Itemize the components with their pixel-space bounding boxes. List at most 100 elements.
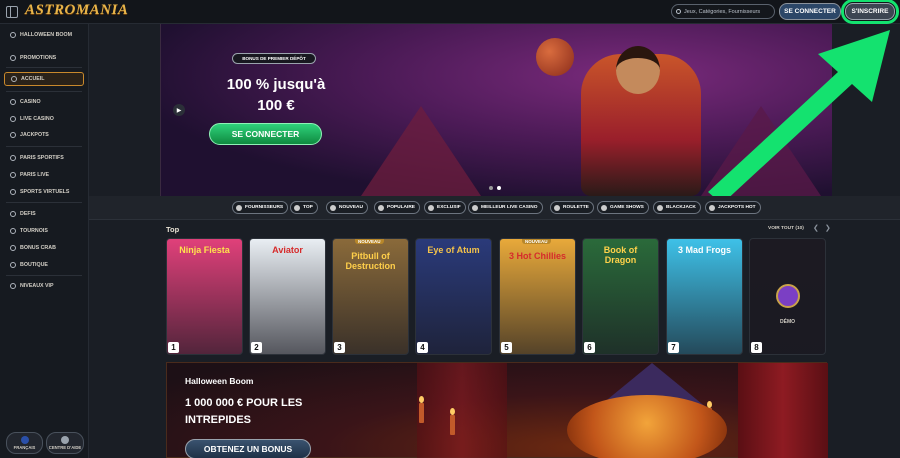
curtain-image [738,363,828,458]
home-icon [11,76,17,82]
ball-image [536,38,574,76]
search-placeholder: Jeux, Catégories, Fournisseurs [684,8,761,15]
divider [6,275,82,276]
coins-icon [10,131,16,138]
coins-icon [709,204,715,211]
cards-icon [657,204,663,211]
sidebar: HALLOWEEN BOOM PROMOTIONS ACCUEIL CASINO… [0,24,89,458]
sidebar-item-paris-live[interactable]: PARIS LIVE [4,169,84,180]
sound-icon[interactable]: ▶ [173,104,185,116]
sidebar-item-defis[interactable]: DEFIS [4,208,84,219]
category-chip-top[interactable]: TOP [290,201,318,214]
ball-icon [10,154,16,161]
sidebar-item-tournois[interactable]: TOURNOIS [4,225,84,236]
promo-kicker: Halloween Boom [185,376,254,386]
cherry-icon [10,98,16,105]
sidebar-item-sports-virtuels[interactable]: SPORTS VIRTUELS [4,186,84,197]
game-card[interactable]: 3 Hot Chillies NOUVEAU 5 [499,238,576,355]
game-card[interactable]: Pitbull of Destruction NOUVEAU 3 [332,238,409,355]
rank-badge: 3 [334,342,345,353]
search-icon [676,9,681,14]
hero-login-button[interactable]: SE CONNECTER [209,123,322,145]
live-bet-icon [10,171,16,178]
carousel-arrows-icon[interactable]: ❮❯ [813,224,837,232]
sidebar-item-bonus-crab[interactable]: BONUS CRAB [4,242,84,253]
game-card[interactable]: DÉMO 8 [749,238,826,355]
category-bar: FOURNISSEURS TOP NOUVEAU POPULAIRE EXCLU… [89,196,900,220]
roulette-icon [554,204,560,211]
hero-title: 100 % jusqu'à 100 € [226,76,326,114]
category-chip-game-shows[interactable]: GAME SHOWS [597,201,649,214]
crab-icon [10,244,16,251]
new-badge: NOUVEAU [355,239,384,244]
search-input[interactable]: Jeux, Catégories, Fournisseurs [671,4,775,19]
promo-banner[interactable]: Halloween Boom 1 000 000 € POUR LES INTR… [166,362,828,458]
brand-logo[interactable]: ASTROMANIA [25,2,128,19]
signup-button[interactable]: S'INSCRIRE [841,0,899,24]
see-all-link[interactable]: VOIR TOUT (10) [768,226,804,231]
bolt-icon [330,204,336,211]
circus-tent-image [701,106,821,196]
hero-banner[interactable]: ▶ ❯ BONUS DE PREMIER DÉPÔT 100 % jusqu'à… [160,24,832,196]
category-chip-meilleur-live-casino[interactable]: MEILLEUR LIVE CASINO [468,201,543,214]
game-card[interactable]: Eye of Atum 4 [415,238,492,355]
game-title: 3 Hot Chillies [508,251,566,261]
divider [6,91,82,92]
vip-icon [10,282,16,289]
divider [6,146,82,147]
sidebar-item-halloween-boom[interactable]: HALLOWEEN BOOM [4,29,84,40]
sidebar-item-casino[interactable]: CASINO [4,96,84,107]
game-title: Pitbull of Destruction [345,251,396,271]
sidebar-item-live-casino[interactable]: LIVE CASINO [4,113,84,124]
category-chip-exclusif[interactable]: EXCLUSIF [424,201,466,214]
app-root: ASTROMANIA Jeux, Catégories, Fournisseur… [0,0,900,458]
sidebar-item-paris-sportifs[interactable]: PARIS SPORTIFS [4,152,84,163]
virtual-icon [10,188,16,195]
hero-badge: BONUS DE PREMIER DÉPÔT [232,53,316,64]
sidebar-item-niveaux-vip[interactable]: NIVEAUX VIP [4,280,84,291]
top-bar: ASTROMANIA Jeux, Catégories, Fournisseur… [0,0,900,24]
live-icon [472,204,478,211]
new-badge: NOUVEAU [522,239,551,244]
category-chip-nouveau[interactable]: NOUVEAU [326,201,368,214]
sidebar-item-promotions[interactable]: PROMOTIONS [4,52,84,63]
performer-head-image [616,46,660,94]
category-chip-jackpots-hot[interactable]: JACKPOTS HOT [705,201,761,214]
next-slide-icon[interactable]: ❯ [812,104,822,116]
help-icon [61,436,69,444]
category-chip-roulette[interactable]: ROULETTE [550,201,594,214]
category-chip-blackjack[interactable]: BLACKJACK [653,201,701,214]
play-icon[interactable] [776,284,800,308]
sidebar-item-boutique[interactable]: BOUTIQUE [4,259,84,270]
candle-image [419,396,424,423]
fire-icon [378,204,384,211]
game-card[interactable]: Ninja Fiesta 1 [166,238,243,355]
language-selector[interactable]: FRANÇAIS [6,432,43,454]
divider [6,67,82,68]
game-card[interactable]: Aviator 2 [249,238,326,355]
rank-badge: 1 [168,342,179,353]
rank-badge: 5 [501,342,512,353]
rank-badge: 4 [417,342,428,353]
target-icon [10,210,16,217]
sidebar-item-accueil[interactable]: ACCUEIL [4,72,84,86]
category-chip-fournisseurs[interactable]: FOURNISSEURS [232,201,289,214]
sidebar-toggle-icon[interactable] [6,6,18,18]
game-title: Book of Dragon [603,245,638,265]
circus-tent-image [361,106,481,196]
promo-title: 1 000 000 € POUR LES INTREPIDES [185,397,303,426]
slide-dot[interactable] [489,186,493,190]
game-card[interactable]: Book of Dragon 6 [582,238,659,355]
help-center-button[interactable]: CENTRE D'AIDE [46,432,84,454]
game-title: Aviator [272,245,303,255]
trophy-icon [294,204,300,211]
sidebar-item-jackpots[interactable]: JACKPOTS [4,129,84,140]
game-card[interactable]: 3 Mad Frogs 7 [666,238,743,355]
live-icon [10,115,16,122]
candle-image [450,408,455,435]
category-chip-populaire[interactable]: POPULAIRE [374,201,420,214]
login-button[interactable]: SE CONNECTER [779,3,841,20]
slide-indicator [489,186,501,190]
get-bonus-button[interactable]: OBTENEZ UN BONUS [185,439,311,458]
slide-dot-active[interactable] [497,186,501,190]
